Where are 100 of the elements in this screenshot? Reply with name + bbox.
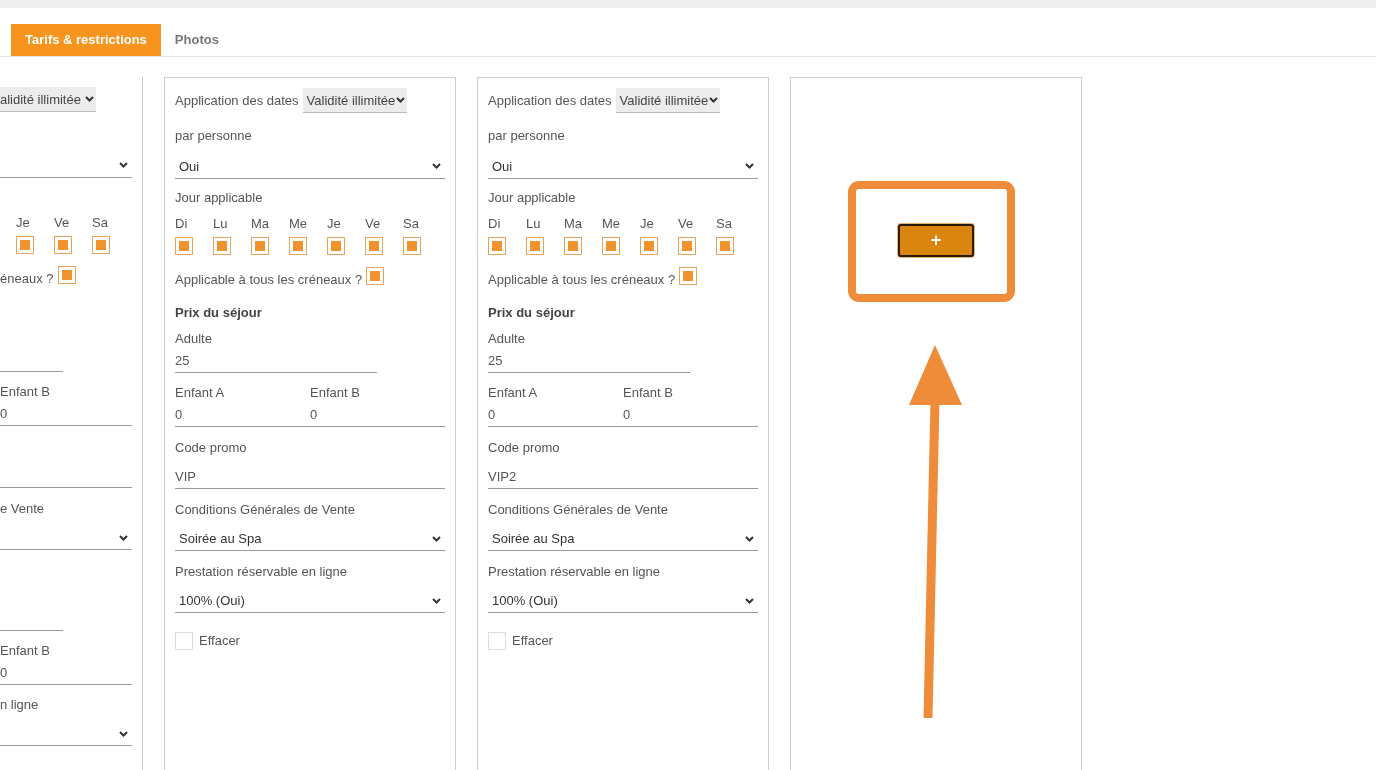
text-field[interactable]: 25 bbox=[488, 351, 690, 373]
checkbox[interactable] bbox=[716, 237, 734, 255]
chevron-down-icon bbox=[745, 163, 754, 169]
dropdown[interactable]: 100% (Oui) bbox=[488, 589, 758, 613]
tab[interactable]: Photos bbox=[160, 24, 233, 56]
day-label: Je bbox=[16, 214, 31, 232]
dropdown[interactable]: alidité illimitée bbox=[0, 87, 96, 112]
field-label: Code promo bbox=[175, 439, 248, 457]
checkbox[interactable] bbox=[175, 632, 193, 650]
checkbox[interactable] bbox=[602, 237, 620, 255]
dropdown[interactable]: Soirée au Spa bbox=[175, 527, 445, 551]
field-label: par personne bbox=[488, 127, 566, 145]
checkbox[interactable] bbox=[92, 236, 110, 254]
checkbox[interactable] bbox=[57, 266, 76, 284]
dropdown[interactable]: 100% (Oui) bbox=[175, 589, 445, 613]
dropdown[interactable]: Soirée au Spa bbox=[488, 527, 758, 551]
checkbox[interactable] bbox=[526, 237, 544, 255]
field-label: Jour applicable bbox=[488, 189, 577, 207]
checkbox-label: Effacer bbox=[199, 632, 240, 650]
checkbox[interactable] bbox=[678, 237, 696, 255]
dropdown[interactable]: Validité illimitée bbox=[615, 88, 721, 113]
text-field[interactable]: VIP2 bbox=[488, 465, 758, 489]
checkbox[interactable] bbox=[403, 237, 421, 255]
chevron-down-icon bbox=[432, 163, 441, 169]
field-label: Application des dates bbox=[488, 91, 612, 110]
text-field[interactable]: 0 bbox=[0, 663, 132, 685]
section-heading: Prix du séjour bbox=[488, 304, 576, 322]
field-label: Conditions Générales de Vente bbox=[175, 501, 356, 519]
field-label: Prestation réservable en ligne bbox=[488, 563, 661, 581]
day-label: Ve bbox=[54, 214, 71, 232]
checkbox[interactable] bbox=[488, 237, 506, 255]
field-label: Application des dates bbox=[175, 91, 299, 110]
section-heading: Prix du séjour bbox=[175, 304, 263, 322]
chevron-down-icon bbox=[119, 534, 128, 541]
text-field[interactable]: 0 bbox=[623, 405, 758, 427]
checkbox[interactable] bbox=[213, 237, 231, 255]
chevron-down-icon bbox=[745, 535, 754, 542]
chevron-down-icon bbox=[432, 535, 441, 542]
field-label: n ligne bbox=[0, 696, 40, 714]
field-label: Applicable à tous les créneaux ? bbox=[175, 271, 363, 289]
chevron-down-icon bbox=[119, 730, 128, 737]
chevron-down-icon bbox=[85, 96, 94, 102]
day-label: Me bbox=[289, 215, 309, 233]
chevron-down-icon bbox=[432, 597, 441, 604]
day-label: Ma bbox=[251, 215, 271, 233]
checkbox[interactable] bbox=[488, 632, 506, 650]
field-label: Applicable à tous les créneaux ? bbox=[488, 271, 676, 289]
checkbox[interactable] bbox=[54, 236, 72, 254]
dropdown[interactable]: Oui bbox=[175, 154, 445, 179]
dropdown[interactable]: Oui bbox=[488, 154, 758, 179]
field-label: Enfant B bbox=[0, 642, 51, 660]
checkbox[interactable] bbox=[175, 237, 193, 255]
text-field[interactable]: 0 bbox=[488, 405, 623, 427]
field-label: éneaux ? bbox=[0, 270, 54, 288]
checkbox[interactable] bbox=[365, 237, 383, 255]
field-label: Enfant B bbox=[310, 384, 361, 402]
day-label: Je bbox=[327, 215, 342, 233]
field-label: e Vente bbox=[0, 500, 46, 518]
day-label: Ma bbox=[564, 215, 584, 233]
day-label: Lu bbox=[213, 215, 229, 233]
checkbox[interactable] bbox=[251, 237, 269, 255]
day-label: Sa bbox=[92, 214, 109, 232]
dropdown[interactable]: Validité illimitée bbox=[302, 88, 408, 113]
day-label: Di bbox=[175, 215, 189, 233]
text-field[interactable]: 0 bbox=[0, 404, 132, 426]
day-label: Di bbox=[488, 215, 502, 233]
field-label: par personne bbox=[175, 127, 253, 145]
checkbox[interactable] bbox=[16, 236, 34, 254]
day-label: Me bbox=[602, 215, 622, 233]
text-field[interactable]: VIP bbox=[175, 465, 445, 489]
checkbox[interactable] bbox=[679, 267, 698, 285]
checkbox[interactable] bbox=[640, 237, 658, 255]
day-label: Sa bbox=[716, 215, 733, 233]
checkbox[interactable] bbox=[564, 237, 582, 255]
field-label: Enfant A bbox=[175, 384, 226, 402]
day-label: Lu bbox=[526, 215, 542, 233]
field-label: Enfant B bbox=[623, 384, 674, 402]
field-label: Conditions Générales de Vente bbox=[488, 501, 669, 519]
checkbox[interactable] bbox=[366, 267, 385, 285]
field-label: Enfant B bbox=[0, 383, 51, 401]
day-label: Ve bbox=[365, 215, 382, 233]
checkbox[interactable] bbox=[289, 237, 307, 255]
text-field[interactable]: 25 bbox=[175, 351, 377, 373]
field-label: Code promo bbox=[488, 439, 561, 457]
checkbox[interactable] bbox=[327, 237, 345, 255]
field-label: Adulte bbox=[175, 330, 213, 348]
field-label: Enfant A bbox=[488, 384, 539, 402]
day-label: Sa bbox=[403, 215, 420, 233]
text-field[interactable]: 0 bbox=[310, 405, 445, 427]
field-label: Prestation réservable en ligne bbox=[175, 563, 348, 581]
day-label: Ve bbox=[678, 215, 695, 233]
field-label: Jour applicable bbox=[175, 189, 264, 207]
chevron-down-icon bbox=[396, 97, 406, 103]
checkbox-label: Effacer bbox=[512, 632, 553, 650]
chevron-down-icon bbox=[119, 162, 128, 168]
field-label: Adulte bbox=[488, 330, 526, 348]
chevron-down-icon bbox=[745, 597, 754, 604]
chevron-down-icon bbox=[709, 97, 719, 103]
text-field[interactable]: 0 bbox=[175, 405, 310, 427]
day-label: Je bbox=[640, 215, 655, 233]
